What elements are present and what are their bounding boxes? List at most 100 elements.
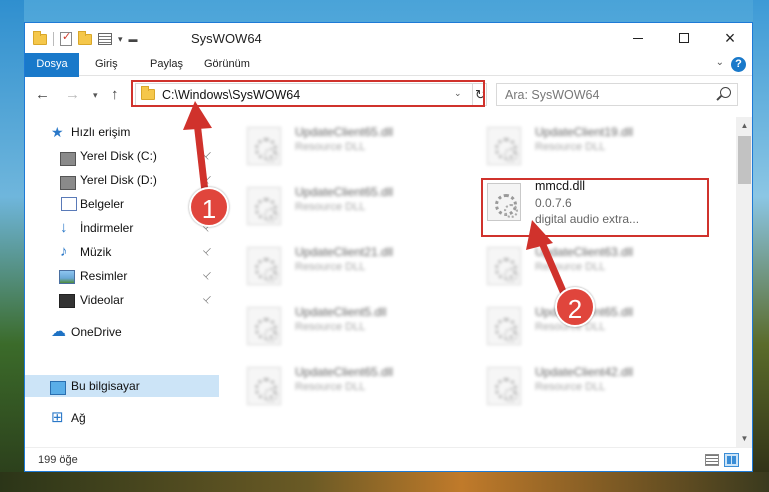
- maximize-icon: [679, 33, 689, 43]
- search-input[interactable]: Ara: SysWOW64: [505, 88, 599, 102]
- ribbon-expand-icon[interactable]: ⌄: [716, 57, 724, 68]
- recent-locations-icon[interactable]: ▾: [93, 90, 98, 101]
- dll-file-icon: [247, 187, 281, 225]
- search-icon[interactable]: [720, 87, 731, 98]
- sidebar-item-quick-access[interactable]: ★ Hızlı erişim: [25, 121, 219, 143]
- file-description: Resource DLL: [295, 321, 366, 333]
- scrollbar-thumb[interactable]: [738, 136, 751, 184]
- dll-file-icon: [247, 127, 281, 165]
- sidebar-item-music[interactable]: ♪ Müzik ⊥: [25, 241, 219, 263]
- file-name: UpdateClient63.dll: [535, 245, 634, 259]
- sidebar-item-network[interactable]: ⊞ Ağ: [25, 407, 219, 429]
- file-description: Resource DLL: [295, 141, 366, 153]
- sidebar-item-label: Resimler: [80, 269, 128, 283]
- dll-file-icon: [487, 127, 521, 165]
- window-title: SysWOW64: [191, 31, 262, 46]
- scroll-down-icon[interactable]: ▼: [736, 430, 752, 447]
- file-description: Resource DLL: [295, 201, 366, 213]
- file-item[interactable]: UpdateClient21.dll Resource DLL: [235, 241, 465, 291]
- file-name: UpdateClient19.dll: [535, 125, 634, 139]
- pin-icon[interactable]: ⊥: [200, 245, 214, 259]
- help-icon[interactable]: ?: [731, 57, 746, 72]
- minimize-button[interactable]: [615, 23, 661, 53]
- sidebar-item-label: İndirmeler: [80, 221, 134, 235]
- sidebar-item-videos[interactable]: Videolar ⊥: [25, 289, 219, 311]
- file-item[interactable]: UpdateClient63.dll Resource DLL: [475, 241, 705, 291]
- new-folder-icon[interactable]: [78, 30, 92, 45]
- address-dropdown-icon[interactable]: ⌄: [454, 88, 462, 99]
- dll-file-icon: [247, 367, 281, 405]
- navigation-pane: ★ Hızlı erişim Yerel Disk (C:) ⊥ Yerel D…: [25, 117, 219, 447]
- this-pc-icon: [50, 381, 66, 395]
- sidebar-item-local-disk-c[interactable]: Yerel Disk (C:) ⊥: [25, 145, 219, 167]
- dll-file-icon: [487, 183, 521, 221]
- view-options-icon[interactable]: [98, 33, 112, 45]
- address-path[interactable]: C:\Windows\SysWOW64: [162, 88, 300, 102]
- close-icon: ×: [724, 27, 736, 48]
- qat-dropdown-icon[interactable]: ▾: [118, 34, 123, 45]
- pin-icon[interactable]: ⊥: [200, 269, 214, 283]
- step-badge-1: 1: [189, 187, 229, 227]
- tab-view[interactable]: Görünüm: [194, 53, 260, 76]
- file-item-mmcd-dll[interactable]: mmcd.dll 0.0.7.6 digital audio extra...: [475, 177, 705, 227]
- address-bar[interactable]: C:\Windows\SysWOW64 ⌄ ↻: [135, 83, 487, 106]
- tab-home[interactable]: Giriş: [85, 53, 128, 76]
- step-badge-2: 2: [555, 287, 595, 327]
- file-item[interactable]: UpdateClient42.dll Resource DLL: [475, 361, 705, 411]
- pin-icon[interactable]: ⊥: [200, 173, 214, 187]
- pin-icon[interactable]: ⊥: [200, 293, 214, 307]
- title-bar: ▾ ▬ SysWOW64 ×: [25, 23, 752, 53]
- dll-file-icon: [487, 307, 521, 345]
- details-view-icon[interactable]: [705, 454, 719, 466]
- properties-check-icon[interactable]: [60, 30, 72, 46]
- sidebar-item-downloads[interactable]: ↓ İndirmeler ⊥: [25, 217, 219, 239]
- network-icon: ⊞: [51, 409, 64, 426]
- maximize-button[interactable]: [661, 23, 707, 53]
- tab-share[interactable]: Paylaş: [140, 53, 193, 76]
- file-name: UpdateClient65.dll: [295, 125, 394, 139]
- file-item[interactable]: UpdateClient19.dll Resource DLL: [475, 121, 705, 171]
- file-name: UpdateClient65.dll: [295, 365, 394, 379]
- search-box[interactable]: Ara: SysWOW64: [496, 83, 738, 106]
- refresh-button[interactable]: ↻: [472, 84, 488, 105]
- file-name: UpdateClient21.dll: [295, 245, 394, 259]
- minimize-icon: [633, 37, 643, 39]
- sidebar-item-local-disk-d[interactable]: Yerel Disk (D:) ⊥: [25, 169, 219, 191]
- star-icon: ★: [51, 124, 64, 140]
- file-name: UpdateClient42.dll: [535, 365, 634, 379]
- close-button[interactable]: ×: [707, 23, 752, 53]
- up-button[interactable]: ↑: [111, 86, 119, 103]
- scroll-up-icon[interactable]: ▲: [736, 117, 752, 134]
- file-description: Resource DLL: [295, 381, 366, 393]
- pin-icon[interactable]: ⊥: [200, 149, 214, 163]
- folder-icon: [33, 30, 47, 45]
- file-item[interactable]: UpdateClient65.dll Resource DLL: [235, 121, 465, 171]
- status-bar: 199 öğe: [25, 447, 752, 471]
- qat-customize-icon[interactable]: ▬: [129, 34, 138, 44]
- sidebar-item-pictures[interactable]: Resimler ⊥: [25, 265, 219, 287]
- sidebar-item-label: Bu bilgisayar: [71, 379, 140, 393]
- file-item[interactable]: UpdateClient65.dll Resource DLL: [235, 361, 465, 411]
- sidebar-item-label: Hızlı erişim: [71, 125, 131, 139]
- back-button[interactable]: ←: [35, 86, 50, 103]
- file-version: 0.0.7.6: [535, 196, 572, 210]
- sidebar-item-this-pc[interactable]: Bu bilgisayar: [25, 375, 219, 397]
- sidebar-item-label: Videolar: [80, 293, 124, 307]
- sidebar-item-label: Ağ: [71, 411, 86, 425]
- file-description: Resource DLL: [535, 141, 606, 153]
- toolbar-separator: [53, 32, 54, 46]
- dll-file-icon: [487, 367, 521, 405]
- vertical-scrollbar[interactable]: ▲ ▼: [736, 117, 752, 447]
- file-description: Resource DLL: [295, 261, 366, 273]
- file-name: mmcd.dll: [535, 179, 586, 193]
- file-item[interactable]: UpdateClient65.dll Resource DLL: [235, 181, 465, 231]
- forward-button[interactable]: →: [65, 86, 80, 103]
- file-explorer-window: ▾ ▬ SysWOW64 × Dosya Giriş Paylaş Görünü…: [24, 22, 753, 472]
- sidebar-item-label: Belgeler: [80, 197, 125, 211]
- dll-file-icon: [487, 247, 521, 285]
- videos-icon: [59, 294, 75, 308]
- sidebar-item-onedrive[interactable]: ☁ OneDrive: [25, 321, 219, 343]
- tiles-view-icon[interactable]: [724, 453, 739, 467]
- file-item[interactable]: UpdateClient5.dll Resource DLL: [235, 301, 465, 351]
- sidebar-item-label: OneDrive: [71, 325, 122, 339]
